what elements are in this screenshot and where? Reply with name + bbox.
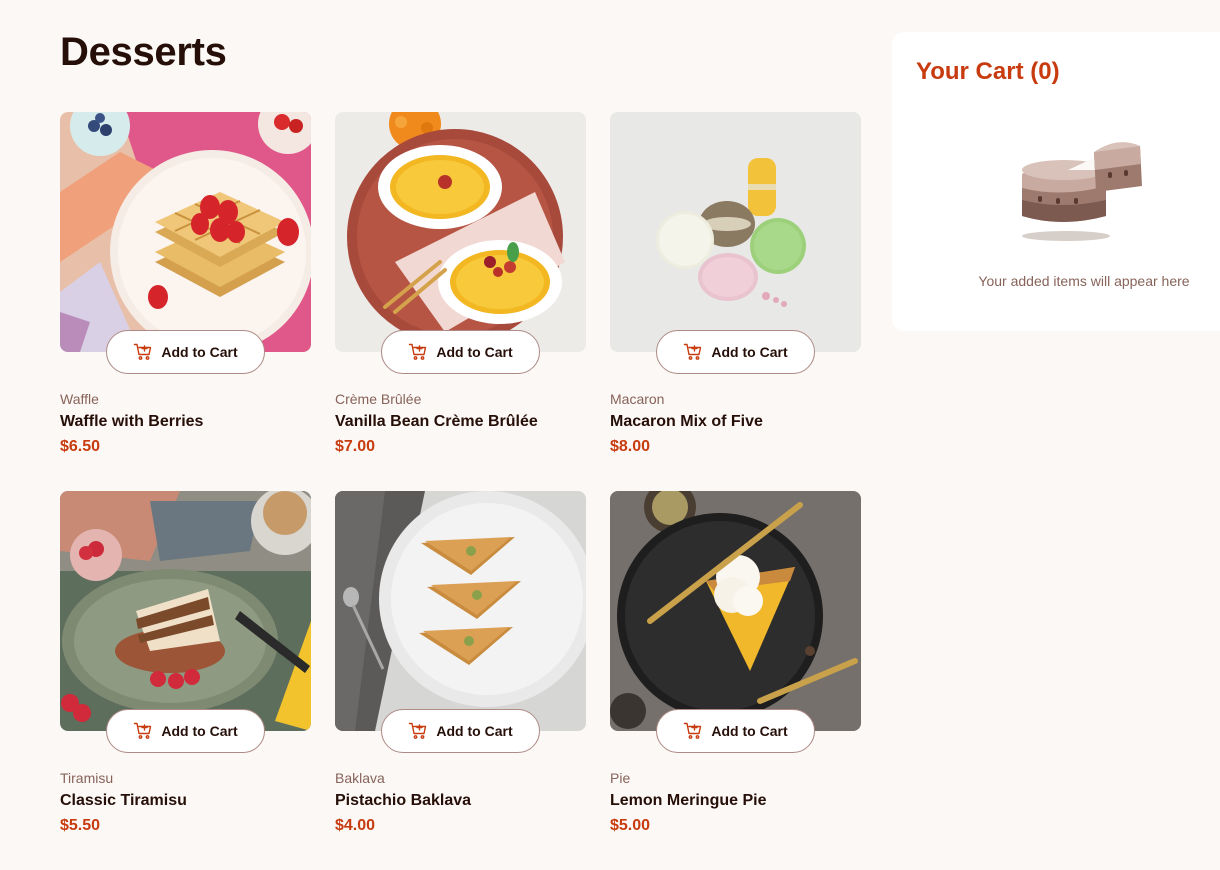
cart-plus-icon: [683, 721, 703, 741]
cart-plus-icon: [133, 721, 153, 741]
cart-plus-icon: [683, 342, 703, 362]
cart-title: Your Cart (0): [916, 58, 1060, 85]
add-to-cart-label: Add to Cart: [161, 344, 238, 360]
product-name: Classic Tiramisu: [60, 792, 187, 809]
product-grid: Add to Cart Waffle Waffle with Berries $…: [60, 112, 861, 870]
page-title: Desserts: [60, 30, 227, 74]
product-name: Waffle with Berries: [60, 413, 204, 430]
add-to-cart-label: Add to Cart: [161, 723, 238, 739]
add-to-cart-button[interactable]: Add to Cart: [656, 330, 815, 374]
cart-plus-icon: [133, 342, 153, 362]
add-to-cart-button[interactable]: Add to Cart: [106, 330, 265, 374]
empty-cake-illustration: [1018, 136, 1146, 248]
product-image-baklava: [335, 491, 586, 731]
product-card: Add to Cart Tiramisu Classic Tiramisu $5…: [60, 491, 311, 870]
product-price: $5.00: [610, 817, 651, 834]
add-to-cart-button[interactable]: Add to Cart: [381, 709, 540, 753]
product-price: $5.50: [60, 817, 101, 834]
add-to-cart-button[interactable]: Add to Cart: [106, 709, 265, 753]
cart-panel: Your Cart (0) Your added items will appe…: [892, 32, 1220, 331]
product-name: Pistachio Baklava: [335, 792, 472, 809]
product-category: Crème Brûlée: [335, 391, 422, 407]
product-card: Add to Cart Pie Lemon Meringue Pie $5.00: [610, 491, 861, 870]
product-price: $6.50: [60, 438, 101, 455]
cart-plus-icon: [408, 342, 428, 362]
product-name: Lemon Meringue Pie: [610, 792, 767, 809]
product-card: Add to Cart Baklava Pistachio Baklava $4…: [335, 491, 586, 870]
add-to-cart-label: Add to Cart: [711, 723, 788, 739]
add-to-cart-label: Add to Cart: [436, 344, 513, 360]
add-to-cart-label: Add to Cart: [436, 723, 513, 739]
add-to-cart-label: Add to Cart: [711, 344, 788, 360]
add-to-cart-button[interactable]: Add to Cart: [656, 709, 815, 753]
product-card: Add to Cart Waffle Waffle with Berries $…: [60, 112, 311, 491]
product-image-tiramisu: [60, 491, 311, 731]
product-price: $4.00: [335, 817, 376, 834]
product-image-creme-brulee: [335, 112, 586, 352]
product-name: Vanilla Bean Crème Brûlée: [335, 413, 538, 430]
product-card: Add to Cart Macaron Macaron Mix of Five …: [610, 112, 861, 491]
add-to-cart-button[interactable]: Add to Cart: [381, 330, 540, 374]
product-price: $7.00: [335, 438, 376, 455]
product-category: Pie: [610, 770, 631, 786]
product-category: Tiramisu: [60, 770, 114, 786]
cart-empty-message: Your added items will appear here: [978, 273, 1190, 289]
product-image-waffle: [60, 112, 311, 352]
product-image-lemon-pie: [610, 491, 861, 731]
cart-plus-icon: [408, 721, 428, 741]
product-category: Baklava: [335, 770, 385, 786]
product-category: Macaron: [610, 391, 665, 407]
product-name: Macaron Mix of Five: [610, 413, 763, 430]
product-card: Add to Cart Crème Brûlée Vanilla Bean Cr…: [335, 112, 586, 491]
product-price: $8.00: [610, 438, 651, 455]
product-image-macaron: [610, 112, 861, 352]
product-category: Waffle: [60, 391, 99, 407]
